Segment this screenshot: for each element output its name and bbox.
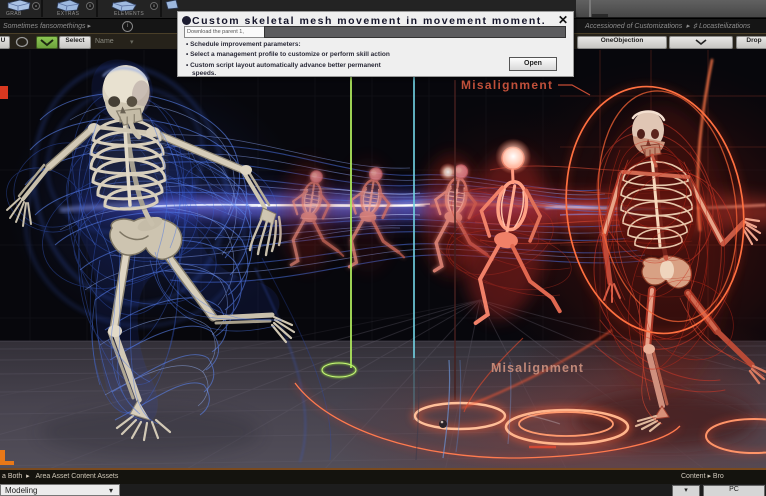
svg-text:Misalignment: Misalignment — [461, 78, 553, 92]
svg-text:Misalignment: Misalignment — [491, 361, 584, 375]
